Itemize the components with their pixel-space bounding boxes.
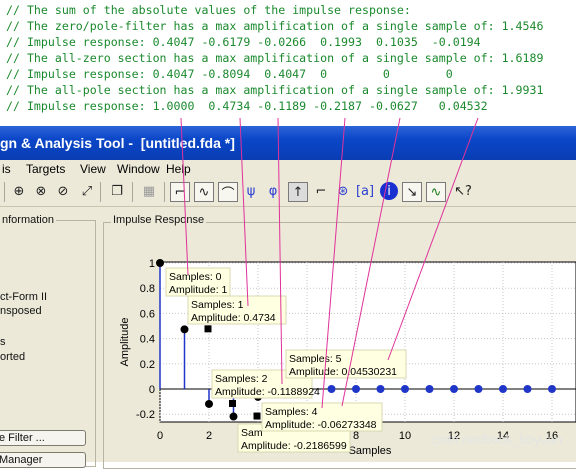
datatip-samples: Samples: 1	[191, 299, 244, 311]
data-point	[425, 385, 434, 393]
data-point	[450, 385, 458, 393]
data-point	[156, 259, 164, 267]
datatip-marker	[204, 325, 212, 333]
data-point	[205, 399, 213, 408]
datatip-samples: Sam	[241, 427, 263, 439]
datatip-amplitude: Amplitude: -0.2186599	[241, 440, 347, 452]
x-tick-label: 10	[399, 430, 411, 442]
datatip-amplitude: Amplitude: 0.04530231	[289, 366, 397, 378]
y-tick-label: 1	[149, 258, 155, 270]
datatip-samples: Samples: 2	[215, 373, 268, 385]
data-point	[548, 385, 556, 393]
data-point	[474, 385, 483, 393]
y-tick-label: 0.4	[140, 334, 155, 346]
datatip-amplitude: Amplitude: -0.06273348	[265, 419, 377, 431]
y-tick-label: 0	[149, 384, 155, 396]
datatip-marker	[253, 412, 261, 420]
x-tick-label: 0	[157, 430, 163, 442]
watermark: csdn.net/book_bbyuan	[431, 432, 562, 447]
datatip-amplitude: Amplitude: -0.1188924	[215, 386, 320, 398]
data-point	[352, 385, 360, 393]
datatip-amplitude: Amplitude: 0.4734	[191, 312, 276, 324]
x-axis-label: Samples	[349, 445, 392, 457]
data-point	[499, 385, 507, 393]
data-point	[180, 325, 189, 334]
datatip-samples: Samples: 4	[265, 406, 318, 418]
y-tick-label: 0.8	[140, 283, 155, 295]
y-tick-label: 0.6	[140, 308, 155, 320]
datatip-amplitude: Amplitude: 1	[169, 284, 228, 296]
y-axis-label: Amplitude	[119, 318, 131, 367]
y-tick-label: 0.2	[140, 359, 155, 371]
y-tick-label: -0.2	[136, 409, 155, 421]
impulse-response-chart[interactable]: 024681012141610.80.60.40.20-0.2Amplitude…	[0, 0, 576, 462]
data-point	[229, 412, 238, 421]
data-point	[523, 385, 532, 393]
data-point	[327, 385, 336, 393]
x-tick-label: 8	[353, 430, 359, 442]
data-point	[401, 385, 409, 393]
datatip-samples: Samples: 5	[289, 353, 342, 365]
x-tick-label: 2	[206, 430, 212, 442]
datatip-marker	[229, 399, 236, 407]
data-point	[376, 385, 385, 393]
datatip-samples: Samples: 0	[169, 271, 222, 283]
